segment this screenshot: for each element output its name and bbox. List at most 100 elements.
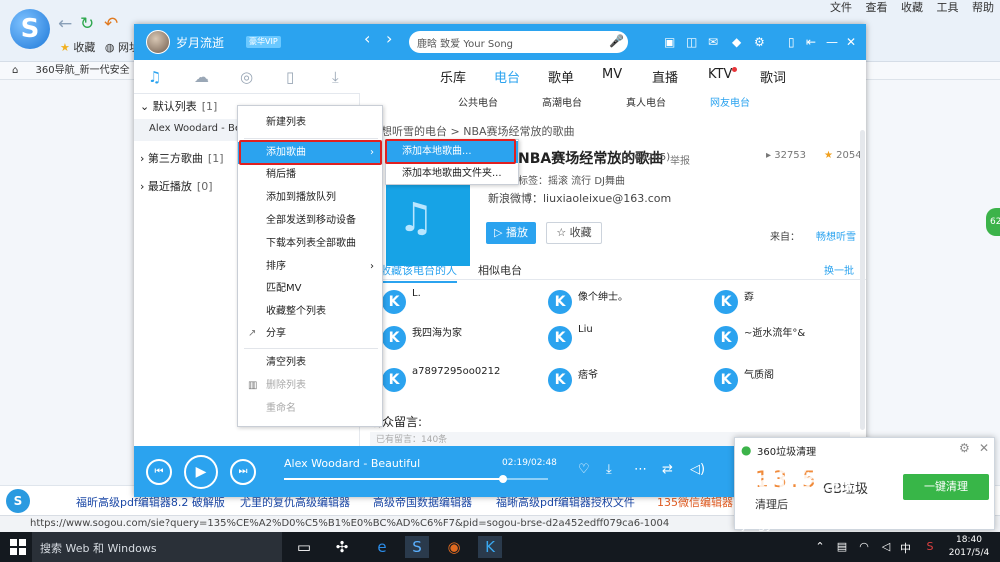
menu-share[interactable]: ↗ 分享: [238, 323, 382, 345]
back-icon[interactable]: ←: [58, 14, 72, 34]
back-icon[interactable]: ‹: [364, 31, 370, 47]
user-item[interactable]: K Liu: [548, 322, 698, 352]
menu-tools[interactable]: 工具: [937, 1, 959, 14]
forward-icon[interactable]: ›: [386, 31, 392, 47]
user-item[interactable]: K L.: [382, 286, 532, 316]
kugou-taskbar-icon[interactable]: K: [478, 536, 502, 558]
source-name[interactable]: 畅想听雪: [816, 228, 856, 243]
music-note-icon[interactable]: ♫: [148, 68, 161, 86]
favorite-button[interactable]: ☆ 收藏: [546, 222, 602, 244]
play-button[interactable]: ▷ 播放: [486, 222, 536, 244]
playlist-default[interactable]: ⌄ 默认列表 [1]: [140, 98, 217, 114]
download-icon[interactable]: ⤓: [606, 462, 612, 478]
menu-collect-list[interactable]: 收藏整个列表: [238, 301, 382, 323]
star-icon[interactable]: ★: [60, 41, 70, 54]
loop-icon[interactable]: ⇄: [662, 462, 673, 478]
close-icon[interactable]: ✕: [846, 34, 856, 50]
fav-item-360[interactable]: 360导航_新一代安全: [36, 65, 130, 76]
menu-download-all[interactable]: 下载本列表全部歌曲: [238, 233, 382, 255]
menu-file[interactable]: 文件: [830, 1, 852, 14]
tab-library[interactable]: 乐库: [440, 67, 466, 86]
sogou-browser-icon[interactable]: S: [405, 536, 429, 558]
subtab-public[interactable]: 公共电台: [458, 94, 498, 109]
refresh-icon[interactable]: ↻: [80, 14, 94, 34]
cleaner-button[interactable]: 一键清理: [903, 474, 989, 500]
tab-playlists[interactable]: 歌单: [548, 67, 574, 86]
settings-icon[interactable]: ⚙: [754, 34, 765, 50]
minimize-icon[interactable]: —: [826, 34, 838, 50]
menu-match-mv[interactable]: 匹配MV: [238, 278, 382, 300]
volume-icon[interactable]: ◁): [690, 462, 705, 478]
tab-similar[interactable]: 相似电台: [478, 262, 522, 278]
clock[interactable]: 18:40 2017/5/4: [944, 534, 994, 560]
playlist-recent[interactable]: › 最近播放 [0]: [140, 178, 213, 194]
search-input[interactable]: 鹿晗 致爱 Your Song 🎤: [409, 31, 628, 53]
undo-icon[interactable]: ↶: [104, 14, 118, 34]
bookmark-label[interactable]: 收藏: [73, 41, 95, 54]
user-item[interactable]: K 痞爷: [548, 364, 698, 394]
radio-icon[interactable]: ◎: [240, 68, 253, 86]
report-link[interactable]: 举报: [670, 152, 690, 167]
shirt-icon[interactable]: ◆: [732, 34, 741, 50]
sogou-small-icon[interactable]: S: [6, 489, 30, 513]
subtab-climax[interactable]: 高潮电台: [542, 94, 582, 109]
play-icon[interactable]: ▶: [184, 455, 218, 489]
tab-radio[interactable]: 电台: [494, 67, 520, 86]
playlist-thirdparty[interactable]: › 第三方歌曲 [1]: [140, 150, 224, 166]
edge-icon[interactable]: e: [370, 536, 394, 558]
cloud-icon[interactable]: ☁: [194, 68, 209, 86]
gear-icon[interactable]: ⚙: [959, 441, 970, 455]
download-icon[interactable]: ⤓: [332, 68, 339, 86]
firefox-icon[interactable]: ◉: [442, 536, 466, 558]
menu-send-mobile[interactable]: 全部发送到移动设备: [238, 210, 382, 232]
taskbar-search[interactable]: 搜索 Web 和 Windows: [32, 532, 282, 562]
home-icon[interactable]: ⌂: [12, 65, 18, 76]
user-item[interactable]: K ~逝水流年°&: [714, 322, 864, 352]
game-icon[interactable]: ▣: [664, 34, 675, 50]
user-item[interactable]: Ka7897295oo0212: [382, 364, 532, 394]
menu-favorites[interactable]: 收藏: [901, 1, 923, 14]
ime-indicator[interactable]: 中: [900, 540, 911, 556]
menu-clear-list[interactable]: 清空列表: [238, 352, 382, 374]
submenu-add-local-folder[interactable]: 添加本地歌曲文件夹...: [386, 163, 518, 185]
task-view-icon[interactable]: ▭: [292, 536, 316, 558]
tab-live[interactable]: 直播: [652, 67, 678, 86]
menu-play-later[interactable]: 稍后播: [238, 164, 382, 186]
device-icon[interactable]: ▯: [286, 68, 294, 86]
mail-icon[interactable]: ✉: [708, 34, 718, 50]
menu-sort[interactable]: 排序 ›: [238, 256, 382, 278]
tray-sogou-icon[interactable]: S: [918, 536, 942, 558]
tab-ktv[interactable]: KTV: [708, 67, 732, 82]
gamepad-icon[interactable]: ◫: [686, 34, 697, 50]
breadcrumb[interactable]: 畅想听雪的电台 > NBA赛场经常放的歌曲: [370, 123, 575, 139]
scrollbar[interactable]: [860, 130, 865, 430]
avatar[interactable]: [146, 30, 170, 54]
subtab-user[interactable]: 网友电台: [710, 94, 750, 109]
heart-icon[interactable]: ♡: [578, 462, 590, 478]
previous-icon[interactable]: ⏮: [146, 459, 172, 485]
microphone-icon[interactable]: 🎤: [609, 34, 624, 48]
mini-mode-icon[interactable]: ⇤: [806, 34, 816, 50]
menu-add-queue[interactable]: 添加到播放队列: [238, 187, 382, 209]
tab-lyrics[interactable]: 歌词: [760, 67, 786, 86]
close-icon[interactable]: ✕: [979, 441, 989, 455]
more-icon[interactable]: ⋯: [634, 462, 647, 478]
progress-bar[interactable]: [284, 475, 548, 483]
tray-network-icon[interactable]: ▤: [830, 536, 854, 558]
username[interactable]: 岁月流逝: [176, 34, 224, 51]
tab-mv[interactable]: MV: [602, 67, 622, 82]
menu-new-list[interactable]: 新建列表: [238, 112, 382, 134]
tray-wifi-icon[interactable]: ◠: [852, 536, 876, 558]
next-icon[interactable]: ⏭: [230, 459, 256, 485]
phone-icon[interactable]: ▯: [788, 34, 795, 50]
user-item[interactable]: K 我四海为家: [382, 322, 532, 352]
menu-help[interactable]: 帮助: [972, 1, 994, 14]
sogou-logo[interactable]: S: [10, 9, 50, 49]
fan-app-icon[interactable]: ✣: [330, 536, 354, 558]
menu-rename[interactable]: 重命名: [238, 398, 382, 420]
refresh-link[interactable]: 换一批: [824, 262, 854, 277]
subtab-real[interactable]: 真人电台: [626, 94, 666, 109]
tray-volume-icon[interactable]: ◁: [874, 536, 898, 558]
progress-knob[interactable]: [499, 475, 508, 483]
user-item[interactable]: K 气质阁: [714, 364, 864, 394]
